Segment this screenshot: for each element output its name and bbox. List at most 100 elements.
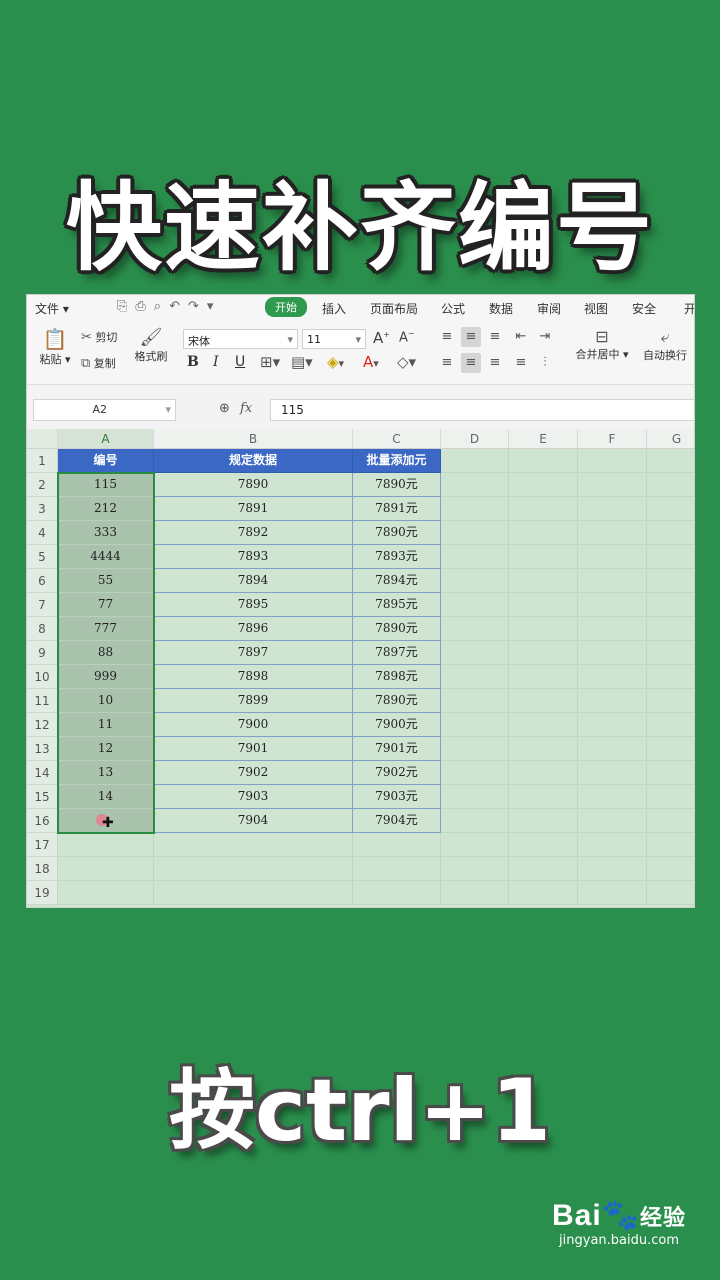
row-header-18[interactable]: 18 <box>27 857 58 881</box>
empty-cell[interactable] <box>441 449 509 473</box>
merge-center-button[interactable]: ⊟ 合并居中 ▾ <box>571 327 633 362</box>
row-header-13[interactable]: 13 <box>27 737 58 761</box>
empty-cell[interactable] <box>441 809 509 833</box>
empty-cell[interactable] <box>509 497 578 521</box>
empty-cell[interactable] <box>578 881 647 905</box>
empty-cell[interactable] <box>647 641 694 665</box>
column-header-e[interactable]: E <box>509 429 578 449</box>
empty-cell[interactable] <box>509 641 578 665</box>
empty-cell[interactable] <box>647 497 694 521</box>
empty-cell[interactable] <box>58 857 154 881</box>
empty-cell[interactable] <box>647 833 694 857</box>
empty-cell[interactable] <box>647 545 694 569</box>
formula-input[interactable]: 115 <box>270 399 694 421</box>
empty-cell[interactable] <box>441 545 509 569</box>
tab-start[interactable]: 开始 <box>265 297 307 317</box>
empty-cell[interactable] <box>647 689 694 713</box>
table-cell-b[interactable]: 7901 <box>154 737 353 761</box>
header-cell-a[interactable]: 编号 <box>58 449 154 473</box>
table-cell-c[interactable]: 7900元 <box>353 713 441 737</box>
underline-button[interactable]: U <box>235 354 245 370</box>
font-color-icon[interactable]: A▾ <box>363 353 379 371</box>
empty-cell[interactable] <box>578 593 647 617</box>
justify-icon[interactable]: ≡ <box>511 353 531 373</box>
empty-cell[interactable] <box>509 785 578 809</box>
table-cell-b[interactable]: 7903 <box>154 785 353 809</box>
table-cell-c[interactable]: 7890元 <box>353 617 441 641</box>
empty-cell[interactable] <box>509 761 578 785</box>
empty-cell[interactable] <box>578 737 647 761</box>
table-cell-c[interactable]: 7890元 <box>353 473 441 497</box>
table-cell-b[interactable]: 7895 <box>154 593 353 617</box>
empty-cell[interactable] <box>578 497 647 521</box>
empty-cell[interactable] <box>441 569 509 593</box>
table-cell-b[interactable]: 7902 <box>154 761 353 785</box>
empty-cell[interactable] <box>441 473 509 497</box>
empty-cell[interactable] <box>647 881 694 905</box>
empty-cell[interactable] <box>647 737 694 761</box>
empty-cell[interactable] <box>441 833 509 857</box>
column-header-f[interactable]: F <box>578 429 647 449</box>
empty-cell[interactable] <box>353 881 441 905</box>
empty-cell[interactable] <box>647 449 694 473</box>
empty-cell[interactable] <box>578 761 647 785</box>
row-header-8[interactable]: 8 <box>27 617 58 641</box>
table-cell-c[interactable]: 7904元 <box>353 809 441 833</box>
empty-cell[interactable] <box>441 641 509 665</box>
row-header-7[interactable]: 7 <box>27 593 58 617</box>
empty-cell[interactable] <box>58 881 154 905</box>
empty-cell[interactable] <box>647 809 694 833</box>
empty-cell[interactable] <box>578 641 647 665</box>
empty-cell[interactable] <box>441 713 509 737</box>
table-cell-b[interactable]: 7891 <box>154 497 353 521</box>
empty-cell[interactable] <box>578 833 647 857</box>
table-cell-c[interactable]: 7894元 <box>353 569 441 593</box>
empty-cell[interactable] <box>441 761 509 785</box>
row-header-2[interactable]: 2 <box>27 473 58 497</box>
tab-formula[interactable]: 公式 <box>441 300 465 317</box>
table-cell-c[interactable]: 7890元 <box>353 689 441 713</box>
table-cell-c[interactable]: 7893元 <box>353 545 441 569</box>
row-header-15[interactable]: 15 <box>27 785 58 809</box>
row-header-4[interactable]: 4 <box>27 521 58 545</box>
empty-cell[interactable] <box>647 761 694 785</box>
align-top-icon[interactable]: ≡ <box>437 327 457 347</box>
row-header-3[interactable]: 3 <box>27 497 58 521</box>
align-middle-icon[interactable]: ≡ <box>461 327 481 347</box>
empty-cell[interactable] <box>441 497 509 521</box>
empty-cell[interactable] <box>441 521 509 545</box>
paste-button[interactable]: 📋 粘贴 ▾ <box>35 327 75 367</box>
row-header-10[interactable]: 10 <box>27 665 58 689</box>
empty-cell[interactable] <box>647 665 694 689</box>
empty-cell[interactable] <box>509 737 578 761</box>
empty-cell[interactable] <box>509 881 578 905</box>
font-name-select[interactable]: 宋体 ▾ <box>183 329 298 349</box>
row-header-16[interactable]: 16 <box>27 809 58 833</box>
name-box[interactable]: A2 ▾ <box>33 399 176 421</box>
empty-cell[interactable] <box>441 593 509 617</box>
table-cell-b[interactable]: 7900 <box>154 713 353 737</box>
worksheet-grid[interactable]: A B C D E F G 1 2 3 4 5 6 7 8 9 10 11 12 13 14 15 16 17 18 19 编号 规定… <box>27 429 694 907</box>
empty-cell[interactable] <box>353 857 441 881</box>
zoom-icon[interactable]: ⊕ <box>219 401 230 416</box>
empty-cell[interactable] <box>647 569 694 593</box>
empty-cell[interactable] <box>441 737 509 761</box>
row-header-11[interactable]: 11 <box>27 689 58 713</box>
empty-cell[interactable] <box>578 617 647 641</box>
empty-cell[interactable] <box>578 785 647 809</box>
bold-button[interactable]: B <box>187 354 199 370</box>
tab-data[interactable]: 数据 <box>489 300 513 317</box>
table-cell-b[interactable]: 7894 <box>154 569 353 593</box>
fill-color-icon[interactable]: ◈▾ <box>327 353 344 371</box>
empty-cell[interactable] <box>441 665 509 689</box>
empty-cell[interactable] <box>578 689 647 713</box>
empty-cell[interactable] <box>578 473 647 497</box>
header-cell-b[interactable]: 规定数据 <box>154 449 353 473</box>
column-header-d[interactable]: D <box>441 429 509 449</box>
table-cell-b[interactable]: 7892 <box>154 521 353 545</box>
copy-button[interactable]: ⧉ 复制 <box>81 355 116 371</box>
tab-security[interactable]: 安全 <box>632 300 656 317</box>
row-header-19[interactable]: 19 <box>27 881 58 905</box>
empty-cell[interactable] <box>578 665 647 689</box>
quick-access-icons[interactable]: ⎘⎙⌕↶↷▾ <box>117 299 221 314</box>
